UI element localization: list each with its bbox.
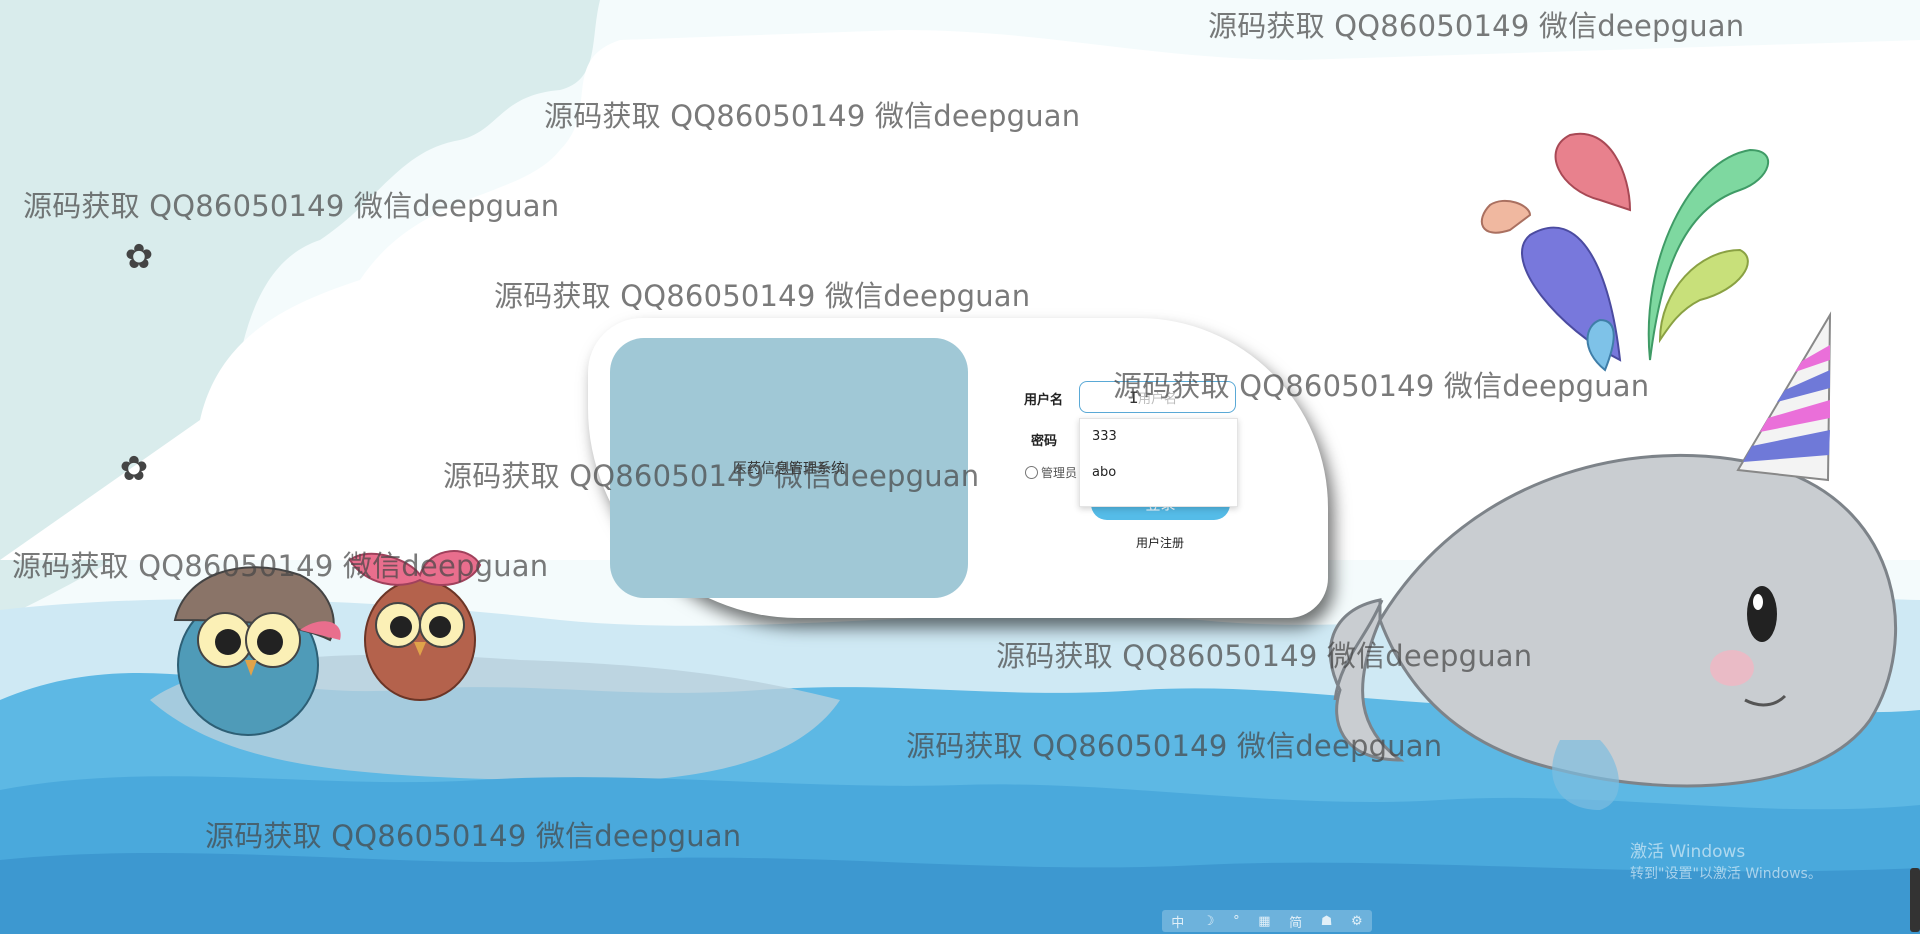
- ime-item[interactable]: ⚙: [1351, 914, 1363, 929]
- role-radio-admin[interactable]: 管理员: [1025, 464, 1077, 481]
- password-label: 密码: [1031, 434, 1058, 449]
- ibeam-cursor-icon: I: [1129, 388, 1139, 407]
- ime-item[interactable]: ☗: [1321, 914, 1333, 929]
- ime-toolbar[interactable]: 中 ☽ ° ▦ 简 ☗ ⚙: [1162, 910, 1372, 932]
- autocomplete-dropdown: 333 abo: [1079, 418, 1238, 507]
- activation-title: 激活 Windows: [1630, 842, 1746, 862]
- windows-activation-notice: 激活 Windows 转到"设置"以激活 Windows。: [1630, 841, 1822, 885]
- activation-subtitle: 转到"设置"以激活 Windows。: [1630, 866, 1822, 882]
- autocomplete-item[interactable]: abo: [1080, 455, 1237, 491]
- puzzle-icon[interactable]: ✿: [118, 236, 160, 278]
- system-title: 医药信息管理系统: [733, 461, 845, 477]
- ime-item[interactable]: ☽: [1203, 914, 1215, 929]
- role-label: 管理员: [1041, 466, 1078, 480]
- username-input[interactable]: 用户名: [1079, 381, 1236, 413]
- ime-item[interactable]: °: [1233, 914, 1240, 929]
- scrollbar-thumb[interactable]: [1910, 868, 1920, 932]
- puzzle-icon[interactable]: ✿: [113, 448, 155, 490]
- ime-item[interactable]: 中: [1171, 912, 1184, 931]
- radio-circle-icon: [1025, 466, 1038, 479]
- login-banner: 医药信息管理系统: [610, 338, 968, 598]
- ime-item[interactable]: ▦: [1258, 914, 1270, 929]
- register-link[interactable]: 用户注册: [1136, 534, 1184, 551]
- login-card: 医药信息管理系统 用户名 用户名 I 密码 管理员 333 abo 登录 用户注…: [588, 318, 1328, 618]
- username-label: 用户名: [1024, 393, 1064, 408]
- autocomplete-item[interactable]: 333: [1080, 419, 1237, 455]
- ime-item[interactable]: 简: [1289, 912, 1302, 931]
